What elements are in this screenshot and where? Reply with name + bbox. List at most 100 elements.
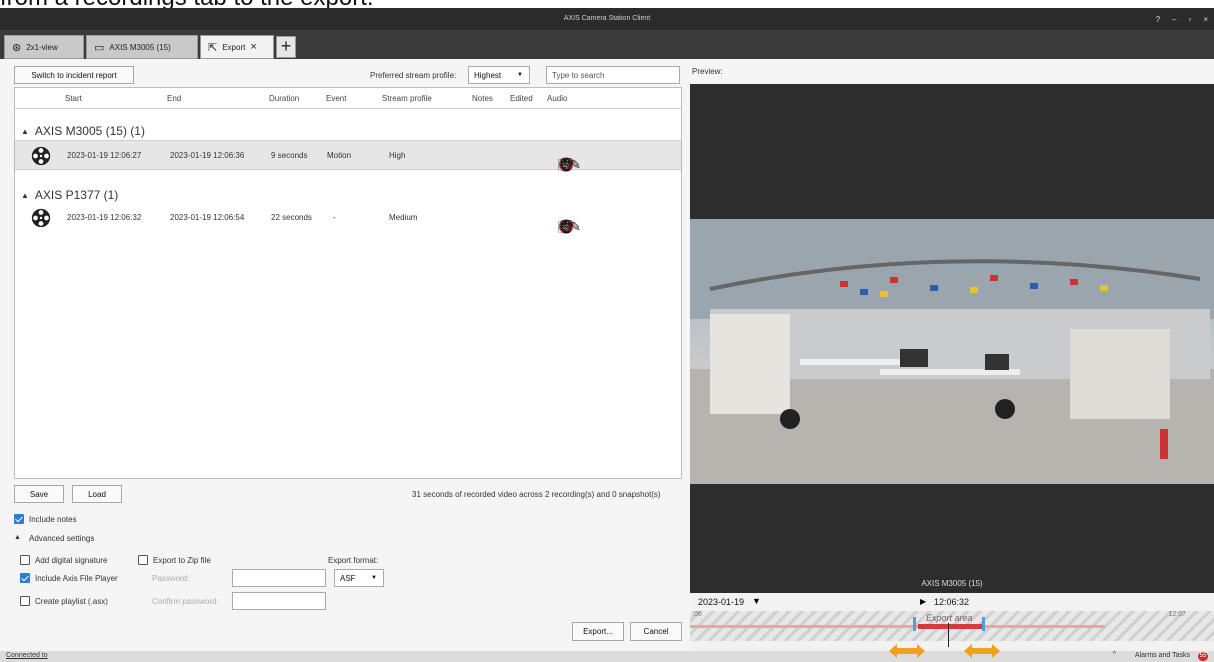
tab-bar: ⊛ 2x1-view ▭ AXIS M3005 (15) ⇱ Export × …	[0, 30, 1214, 80]
collapse-icon[interactable]: ▲	[21, 191, 29, 200]
chevron-down-icon: ▼	[517, 72, 523, 78]
load-button[interactable]: Load	[72, 485, 122, 503]
timeline[interactable]: 2023-01-19 ▼ ▶ 12:06:32 :06 12:07 Export…	[690, 593, 1214, 651]
table-header: Start End Duration Event Stream profile …	[15, 88, 681, 109]
zip-label: Export to Zip file	[153, 556, 211, 565]
camera-name: AXIS M3005 (15)	[921, 579, 983, 588]
timeline-time: 12:06:32	[934, 597, 970, 607]
tab-label: AXIS M3005 (15)	[109, 42, 171, 52]
collapse-icon[interactable]: ▲	[21, 127, 29, 136]
help-icon[interactable]: ?	[1156, 15, 1160, 24]
group-header[interactable]: ▲ AXIS M3005 (15) (1)	[21, 124, 145, 138]
table-row[interactable]: 2023-01-19 12:06:27 2023-01-19 12:06:36 …	[15, 140, 681, 173]
cell-profile: Medium	[389, 213, 418, 222]
table-row[interactable]: 2023-01-19 12:06:32 2023-01-19 12:06:54 …	[15, 203, 681, 235]
title-bar: AXIS Camera Station Client ? – ▫ ×	[0, 8, 1214, 30]
preview-label: Preview:	[690, 59, 1214, 84]
group-header[interactable]: ▲ AXIS P1377 (1)	[21, 188, 118, 202]
include-notes-checkbox[interactable]	[14, 514, 24, 524]
stream-profile-select[interactable]: Highest ▼	[468, 66, 530, 84]
group-label: AXIS M3005 (15) (1)	[34, 124, 145, 138]
export-icon: ⇱	[208, 41, 218, 54]
recording-bar	[690, 625, 1105, 628]
minimize-icon[interactable]: –	[1172, 15, 1176, 24]
chevron-up-icon[interactable]: ^	[1113, 651, 1116, 658]
close-window-icon[interactable]: ×	[1203, 15, 1208, 24]
timeline-strip[interactable]: :06 12:07 Export area	[690, 611, 1214, 647]
digital-signature-label: Add digital signature	[35, 556, 108, 565]
export-button[interactable]: Export...	[572, 622, 624, 641]
password-field[interactable]	[232, 569, 326, 587]
export-summary: 31 seconds of recorded video across 2 re…	[412, 490, 661, 499]
window-controls: ? – ▫ ×	[1156, 8, 1208, 30]
cell-event: Motion	[327, 151, 352, 160]
tab-export[interactable]: ⇱ Export ×	[200, 35, 274, 59]
filter-icon[interactable]: ▼	[752, 596, 761, 606]
col-start[interactable]: Start	[65, 94, 82, 103]
col-stream-profile[interactable]: Stream profile	[382, 94, 432, 103]
playhead[interactable]	[948, 623, 949, 647]
zip-checkbox[interactable]	[138, 555, 148, 565]
delete-icon[interactable]: 🗑	[558, 157, 575, 173]
film-reel-icon	[31, 146, 51, 166]
col-event[interactable]: Event	[326, 94, 346, 103]
include-player-label: Include Axis File Player	[35, 574, 118, 583]
status-bar: Connected to ^ Alarms and Tasks 55	[0, 651, 1214, 662]
add-tab-button[interactable]: +	[276, 36, 296, 58]
tab-label: 2x1-view	[26, 42, 58, 52]
col-audio[interactable]: Audio	[547, 94, 567, 103]
delete-icon[interactable]: 🗑	[558, 219, 575, 235]
playlist-label: Create playlist (.asx)	[35, 597, 108, 606]
stream-profile-value: Highest	[474, 70, 502, 80]
room-scene-image	[690, 219, 1214, 484]
cell-duration: 9 seconds	[271, 151, 308, 160]
export-area-bar	[918, 624, 982, 629]
include-player-checkbox[interactable]	[20, 573, 30, 583]
alarms-tasks-link[interactable]: Alarms and Tasks	[1135, 652, 1190, 659]
close-tab-icon[interactable]: ×	[250, 41, 256, 53]
play-icon[interactable]: ▶	[920, 597, 926, 606]
include-notes-label: Include notes	[29, 515, 77, 524]
export-format-select[interactable]: ASF ▼	[334, 569, 384, 587]
cell-start: 2023-01-19 12:06:32	[67, 213, 142, 222]
alarm-count-badge: 55	[1198, 652, 1208, 661]
export-panel: Switch to incident report Preferred stre…	[0, 59, 690, 651]
col-edited[interactable]: Edited	[510, 94, 533, 103]
col-notes[interactable]: Notes	[472, 94, 493, 103]
maximize-icon[interactable]: ▫	[1188, 15, 1191, 24]
save-button[interactable]: Save	[14, 485, 64, 503]
caption-text: from a recordings tab to the export.	[0, 0, 1214, 8]
password-label: Password:	[152, 574, 190, 583]
confirm-password-label: Confirm password:	[152, 597, 219, 606]
col-duration[interactable]: Duration	[269, 94, 299, 103]
search-input[interactable]: Type to search	[546, 66, 680, 84]
cell-start: 2023-01-19 12:06:27	[67, 151, 142, 160]
collapse-icon[interactable]: ▲	[14, 534, 21, 541]
recordings-table: Start End Duration Event Stream profile …	[14, 87, 682, 479]
camera-preview-video[interactable]	[690, 219, 1214, 484]
tick-label: 12:07	[1168, 611, 1186, 618]
chevron-down-icon: ▼	[371, 575, 377, 581]
timeline-date: 2023-01-19	[698, 597, 745, 607]
connection-status[interactable]: Connected to	[6, 652, 48, 659]
cell-event: -	[333, 213, 336, 222]
cancel-button[interactable]: Cancel	[630, 622, 682, 641]
col-end[interactable]: End	[167, 94, 181, 103]
preview-panel: Preview: AXIS M3005 (15) 2023-01-19 ▼ ▶ …	[690, 59, 1214, 651]
digital-signature-checkbox[interactable]	[20, 555, 30, 565]
switch-incident-button[interactable]: Switch to incident report	[14, 66, 134, 84]
export-area-label: Export area	[926, 613, 973, 623]
tick-label: :06	[692, 611, 702, 618]
playlist-checkbox[interactable]	[20, 596, 30, 606]
tab-camera[interactable]: ▭ AXIS M3005 (15)	[86, 35, 198, 59]
advanced-settings-label[interactable]: Advanced settings	[29, 534, 94, 543]
view-icon: ⊛	[12, 41, 22, 54]
drag-arrow-icon	[964, 644, 1000, 658]
confirm-password-field[interactable]	[232, 592, 326, 610]
export-format-label: Export format:	[328, 556, 379, 565]
drag-arrow-icon	[889, 644, 925, 658]
window-title: AXIS Camera Station Client	[563, 15, 651, 22]
group-label: AXIS P1377 (1)	[34, 188, 119, 202]
tab-2x1-view[interactable]: ⊛ 2x1-view	[4, 35, 84, 59]
cell-end: 2023-01-19 12:06:54	[170, 213, 245, 222]
